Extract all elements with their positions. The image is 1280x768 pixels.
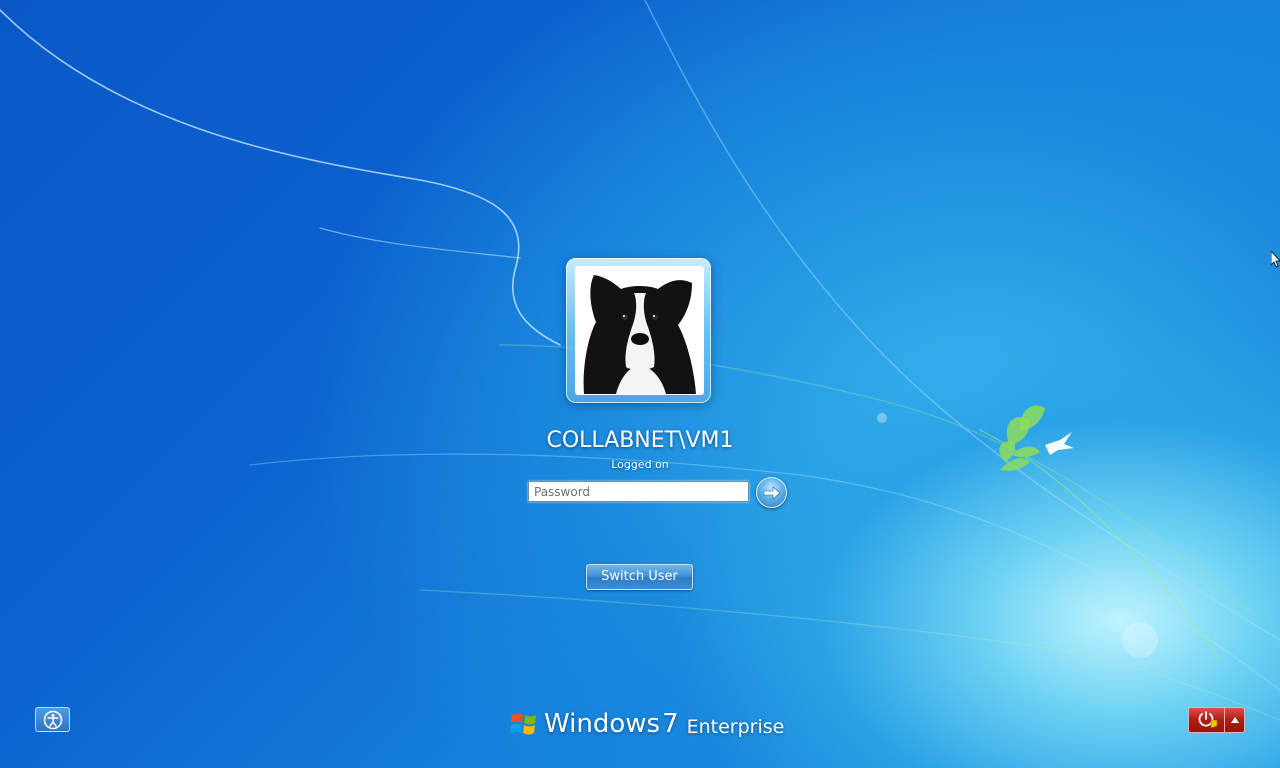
windows-wordmark: Windows — [544, 709, 661, 739]
windows-branding: Windows 7 Enterprise — [510, 704, 784, 744]
windows-version: 7 — [662, 709, 679, 739]
triangle-up-icon — [1230, 717, 1239, 723]
user-status: Logged on — [611, 458, 669, 471]
switch-user-button[interactable]: Switch User — [586, 564, 693, 590]
user-name: COLLABNET\VM1 — [546, 428, 734, 453]
shutdown-icon — [1198, 711, 1217, 729]
user-avatar — [575, 266, 704, 395]
shutdown-button[interactable] — [1188, 707, 1225, 733]
submit-button[interactable] — [756, 477, 787, 508]
ease-of-access-icon — [43, 710, 62, 729]
user-tile — [566, 258, 711, 403]
windows-edition: Enterprise — [686, 716, 785, 738]
arrow-right-icon — [763, 485, 780, 500]
windows-flag-icon — [510, 713, 536, 735]
shutdown-options-button[interactable] — [1225, 707, 1245, 733]
password-input[interactable] — [528, 481, 749, 502]
dog-avatar-icon — [576, 267, 703, 394]
ease-of-access-button[interactable] — [35, 707, 70, 732]
mouse-pointer-icon — [1271, 251, 1280, 268]
